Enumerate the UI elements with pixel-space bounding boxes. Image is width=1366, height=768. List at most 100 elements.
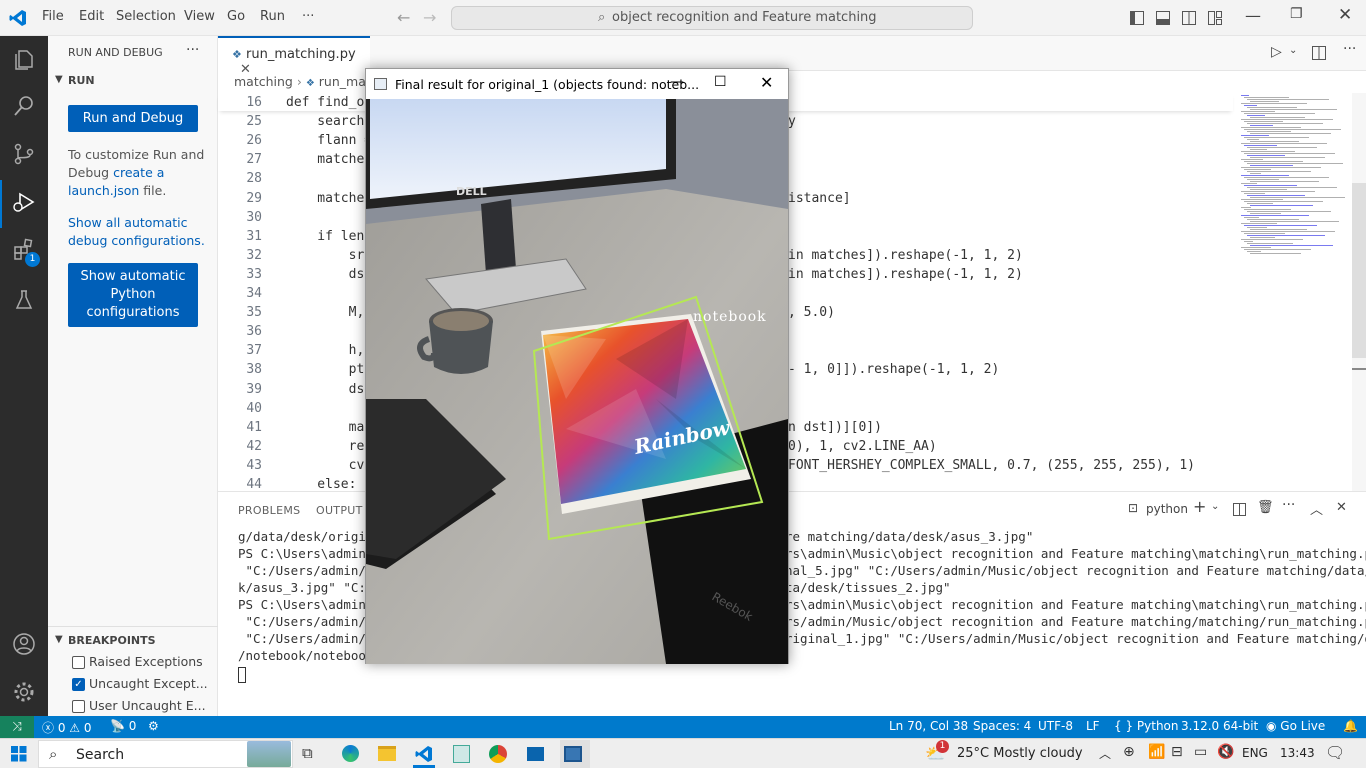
manage-gear-icon[interactable] xyxy=(12,680,36,704)
customize-layout-icon[interactable] xyxy=(1208,11,1222,25)
breakpoint-uncaught[interactable]: ✓ Uncaught Except... xyxy=(72,676,208,691)
command-center-search[interactable]: ⌕ object recognition and Feature matchin… xyxy=(451,6,973,30)
close-window-icon[interactable]: ✕ xyxy=(1338,5,1352,25)
tab-run-matching[interactable]: ❖ run_matching.py ✕ xyxy=(218,36,370,77)
panel-more-icon[interactable]: ··· xyxy=(1282,497,1295,513)
toggle-sidebar-icon[interactable] xyxy=(1130,11,1144,25)
debug-launch-icon[interactable]: ⚙ xyxy=(148,719,159,733)
taskbar-search-box[interactable]: ⌕ Search xyxy=(38,740,293,768)
new-terminal-icon[interactable]: + xyxy=(1193,497,1206,516)
tab-problems[interactable]: PROBLEMS xyxy=(238,504,300,517)
create-link[interactable]: create a xyxy=(113,165,164,180)
opencv-title-bar[interactable]: Final result for original_1 (objects fou… xyxy=(366,69,788,99)
notepad-icon[interactable] xyxy=(453,745,470,763)
vscode-taskbar-icon[interactable] xyxy=(415,745,433,763)
volume-muted-icon[interactable]: 🔇 xyxy=(1217,744,1234,760)
checkbox-user-uncaught[interactable] xyxy=(72,700,85,713)
python-interpreter[interactable]: 3.12.0 64-bit xyxy=(1181,719,1258,733)
remote-indicator-icon[interactable]: ⤨ xyxy=(0,716,34,738)
ports-status[interactable]: 📡 0 xyxy=(110,719,136,733)
minimap[interactable] xyxy=(1237,93,1352,263)
show-python-configurations-button[interactable]: Show automatic Python configurations xyxy=(68,263,198,327)
language-mode[interactable]: { } Python xyxy=(1114,719,1179,733)
cv-minimize-icon[interactable]: — xyxy=(670,74,684,90)
menu-edit[interactable]: Edit xyxy=(79,9,104,24)
line-ending[interactable]: LF xyxy=(1086,719,1100,733)
show-all-configurations-link[interactable]: Show all automatic debug configurations. xyxy=(68,214,213,250)
account-icon[interactable] xyxy=(12,632,36,656)
menu-run[interactable]: Run xyxy=(260,9,285,24)
wifi-icon[interactable]: 📶 xyxy=(1148,744,1165,760)
display-icon[interactable]: ▭ xyxy=(1194,744,1207,760)
checkbox-raised[interactable] xyxy=(72,656,85,669)
terminal-dropdown-icon[interactable]: ⌄ xyxy=(1211,501,1219,512)
cv-maximize-icon[interactable]: ☐ xyxy=(714,74,727,90)
problems-status[interactable]: ⓧ 0 ⚠ 0 xyxy=(42,719,92,736)
go-live[interactable]: ◉ Go Live xyxy=(1266,719,1325,733)
tray-app-icon[interactable]: ⊕ xyxy=(1123,744,1135,760)
breakpoints-header[interactable]: BREAKPOINTS xyxy=(68,634,156,647)
toggle-panel-icon[interactable] xyxy=(1156,11,1170,25)
testing-icon[interactable] xyxy=(12,288,36,312)
scrollbar-thumb[interactable] xyxy=(1352,183,1366,358)
run-dropdown-icon[interactable]: ⌄ xyxy=(1289,45,1297,56)
opencv-result-window[interactable]: Final result for original_1 (objects fou… xyxy=(365,68,789,664)
terminal-name[interactable]: python xyxy=(1146,502,1188,516)
cursor-position[interactable]: Ln 70, Col 38 xyxy=(889,719,968,733)
split-editor-icon[interactable] xyxy=(1312,46,1326,60)
tab-output[interactable]: OUTPUT xyxy=(316,504,363,517)
clock[interactable]: 13:43 xyxy=(1280,746,1315,760)
run-debug-icon[interactable] xyxy=(12,190,36,214)
encoding[interactable]: UTF-8 xyxy=(1038,719,1073,733)
task-view-icon[interactable]: ⧉ xyxy=(302,744,313,762)
forward-arrow-icon[interactable]: → xyxy=(423,8,436,27)
file-explorer-icon[interactable] xyxy=(378,746,396,761)
run-file-icon[interactable]: ▷ xyxy=(1271,44,1282,60)
split-terminal-icon[interactable] xyxy=(1233,503,1246,516)
breakpoint-raised[interactable]: Raised Exceptions xyxy=(72,654,203,669)
checkbox-uncaught[interactable]: ✓ xyxy=(72,678,85,691)
menu-go[interactable]: Go xyxy=(227,9,245,24)
run-section-header[interactable]: RUN xyxy=(68,74,95,87)
editor-scrollbar[interactable] xyxy=(1352,93,1366,491)
tray-chevron-icon[interactable]: ︿ xyxy=(1099,745,1111,762)
menu-more[interactable]: ··· xyxy=(302,9,314,24)
source-control-icon[interactable] xyxy=(12,142,36,166)
show-all-line1[interactable]: Show all automatic xyxy=(68,215,188,230)
breakpoint-user-uncaught[interactable]: User Uncaught E... xyxy=(72,698,206,713)
search-view-icon[interactable] xyxy=(12,94,36,118)
breadcrumb-folder[interactable]: matching xyxy=(234,74,293,89)
language-indicator[interactable]: ENG xyxy=(1242,746,1268,760)
cv-close-icon[interactable]: ✕ xyxy=(760,73,773,92)
status-bar: ⤨ ⓧ 0 ⚠ 0 📡 0 ⚙ Ln 70, Col 38 Spaces: 4 … xyxy=(0,716,1366,738)
mail-icon[interactable] xyxy=(527,747,544,761)
weather-text[interactable]: 25°C Mostly cloudy xyxy=(957,746,1083,761)
breadcrumb-file[interactable]: run_ma xyxy=(319,74,366,89)
run-and-debug-button[interactable]: Run and Debug xyxy=(68,105,198,132)
maximize-panel-icon[interactable]: ︿ xyxy=(1310,499,1323,518)
restore-icon[interactable]: ❐ xyxy=(1290,6,1303,22)
menu-selection[interactable]: Selection xyxy=(116,9,176,24)
launch-json-link[interactable]: launch.json xyxy=(68,183,139,198)
notifications-bell-icon[interactable]: 🔔 xyxy=(1343,719,1358,733)
edge-icon[interactable] xyxy=(342,745,359,762)
editor-more-icon[interactable]: ··· xyxy=(1343,41,1356,57)
chrome-icon[interactable] xyxy=(489,745,507,763)
explorer-icon[interactable] xyxy=(12,48,36,72)
menu-file[interactable]: File xyxy=(42,9,64,24)
toggle-secondary-sidebar-icon[interactable] xyxy=(1182,11,1196,25)
network-icon[interactable]: ⊟ xyxy=(1171,744,1183,760)
menu-view[interactable]: View xyxy=(184,9,215,24)
show-all-line2[interactable]: debug configurations. xyxy=(68,233,205,248)
chevron-down-icon[interactable]: ▼ xyxy=(55,74,63,85)
back-arrow-icon[interactable]: ← xyxy=(397,8,410,27)
line-number: 28 xyxy=(246,171,262,187)
minimize-icon[interactable]: — xyxy=(1245,6,1261,25)
kill-terminal-icon[interactable]: 🗑 xyxy=(1257,500,1274,515)
close-panel-icon[interactable]: ✕ xyxy=(1336,500,1347,515)
breakpoints-chevron-icon[interactable]: ▼ xyxy=(55,634,63,645)
notification-center-icon[interactable]: 🗨 xyxy=(1325,743,1345,762)
indentation[interactable]: Spaces: 4 xyxy=(973,719,1031,733)
more-actions-icon[interactable]: ··· xyxy=(186,42,199,58)
windows-start-icon[interactable] xyxy=(11,746,27,762)
